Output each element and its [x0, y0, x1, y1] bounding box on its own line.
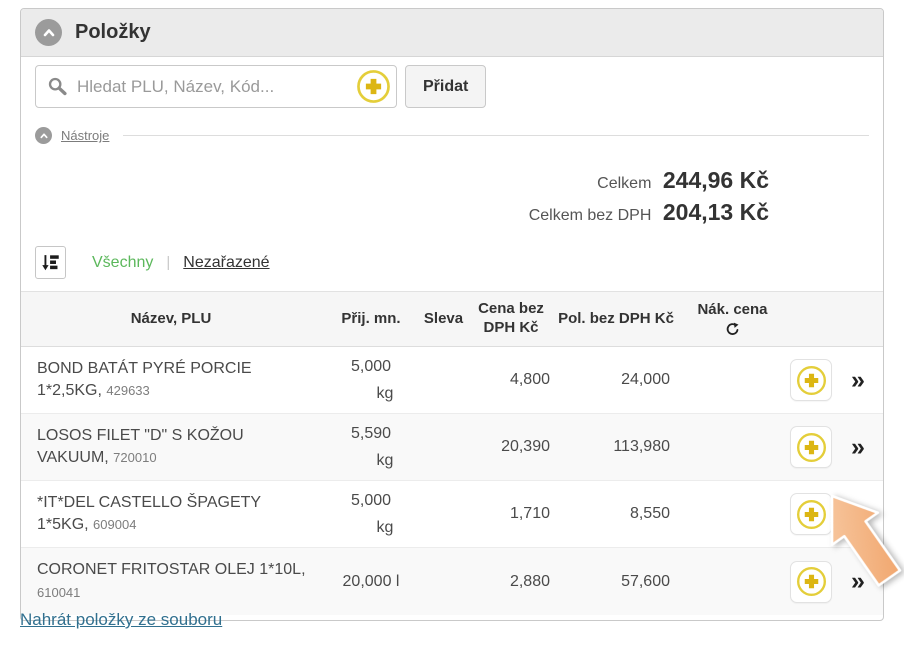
search-add-button[interactable]: [356, 69, 391, 104]
add-item-button[interactable]: Přidat: [405, 65, 486, 108]
item-line-no-vat-cell: 8,550: [556, 505, 676, 523]
col-header-name: Název, PLU: [21, 310, 321, 329]
row-expand-button[interactable]: »: [851, 569, 865, 594]
table-header-row: Název, PLU Přij. mn. Sleva Cena bez DPH …: [21, 291, 883, 347]
total-net-line: Celkem bez DPH 204,13 Kč: [21, 198, 769, 230]
tools-link[interactable]: Nástroje: [61, 128, 109, 143]
item-qty-cell: 5,000kg: [321, 358, 421, 403]
item-line-no-vat-cell: 113,980: [556, 438, 676, 456]
item-price-no-vat-cell: 1,710: [466, 505, 556, 523]
search-icon: [48, 77, 67, 96]
refresh-icon: [725, 322, 740, 337]
total-label: Celkem: [597, 175, 651, 192]
item-price-no-vat-cell: 2,880: [466, 573, 556, 591]
tab-all-items[interactable]: Všechny: [92, 254, 153, 272]
item-add-cell: [789, 359, 833, 401]
table-row: *IT*DEL CASTELLO ŠPAGETY 1*5KG, 609004 5…: [21, 481, 883, 548]
sort-amount-icon: [41, 253, 60, 272]
row-add-button[interactable]: [790, 493, 832, 535]
plus-circle-icon: [796, 566, 827, 597]
item-expand-cell: »: [833, 435, 883, 460]
plus-circle-icon: [796, 499, 827, 530]
col-header-discount: Sleva: [421, 310, 466, 329]
col-header-purchase-price: Nák. cena: [676, 301, 789, 337]
col-header-price-no-vat: Cena bez DPH Kč: [466, 300, 556, 338]
table-row: BOND BATÁT PYRÉ PORCIE 1*2,5KG, 429633 5…: [21, 347, 883, 414]
item-plu: 429633: [106, 383, 149, 398]
total-line: Celkem 244,96 Kč: [21, 166, 769, 198]
totals-block: Celkem 244,96 Kč Celkem bez DPH 204,13 K…: [21, 144, 883, 230]
item-name: CORONET FRITOSTAR OLEJ 1*10L,: [37, 561, 306, 578]
item-name-cell: CORONET FRITOSTAR OLEJ 1*10L, 610041: [21, 551, 321, 612]
chevron-up-icon: [38, 130, 50, 142]
row-add-button[interactable]: [790, 426, 832, 468]
item-line-no-vat-cell: 24,000: [556, 371, 676, 389]
table-row: CORONET FRITOSTAR OLEJ 1*10L, 610041 20,…: [21, 548, 883, 615]
item-price-no-vat-cell: 20,390: [466, 438, 556, 456]
item-add-cell: [789, 426, 833, 468]
item-qty-cell: 5,000kg: [321, 492, 421, 537]
row-expand-button[interactable]: »: [851, 368, 865, 393]
total-net-label: Celkem bez DPH: [529, 207, 652, 224]
search-box: [35, 65, 397, 108]
plus-circle-icon: [796, 432, 827, 463]
item-name-cell: BOND BATÁT PYRÉ PORCIE 1*2,5KG, 429633: [21, 350, 321, 411]
item-plu: 720010: [113, 450, 156, 465]
refresh-purchase-price-button[interactable]: [725, 322, 740, 337]
items-panel: Položky Přidat Nástroje Celkem 244,96 Kč: [20, 8, 884, 621]
table-body: BOND BATÁT PYRÉ PORCIE 1*2,5KG, 429633 5…: [21, 347, 883, 615]
col-header-qty: Přij. mn.: [321, 310, 421, 329]
row-expand-button[interactable]: »: [851, 435, 865, 460]
item-name-cell: LOSOS FILET "D" S KOŽOU VAKUUM, 720010: [21, 417, 321, 478]
sort-button[interactable]: [35, 246, 66, 279]
item-expand-cell: »: [833, 368, 883, 393]
row-expand-button[interactable]: »: [851, 502, 865, 527]
row-add-button[interactable]: [790, 359, 832, 401]
item-name-cell: *IT*DEL CASTELLO ŠPAGETY 1*5KG, 609004: [21, 484, 321, 545]
table-row: LOSOS FILET "D" S KOŽOU VAKUUM, 720010 5…: [21, 414, 883, 481]
total-net-value: 204,13 Kč: [663, 199, 769, 225]
chevron-up-icon: [40, 24, 58, 42]
search-row: Přidat: [21, 57, 883, 118]
collapse-panel-button[interactable]: [35, 19, 62, 46]
item-qty-cell: 20,000 l: [321, 573, 421, 591]
plus-circle-icon: [796, 365, 827, 396]
row-add-button[interactable]: [790, 561, 832, 603]
item-add-cell: [789, 561, 833, 603]
item-qty-cell: 5,590kg: [321, 425, 421, 470]
item-expand-cell: »: [833, 502, 883, 527]
total-value: 244,96 Kč: [663, 167, 769, 193]
item-price-no-vat-cell: 4,800: [466, 371, 556, 389]
col-header-line-no-vat: Pol. bez DPH Kč: [556, 310, 676, 329]
item-plu: 610041: [37, 585, 80, 600]
item-line-no-vat-cell: 57,600: [556, 573, 676, 591]
tab-divider: |: [166, 254, 170, 271]
tools-divider-rule: [123, 135, 869, 136]
item-plu: 609004: [93, 517, 136, 532]
plus-circle-icon: [356, 69, 391, 104]
panel-title: Položky: [75, 21, 151, 44]
item-name: *IT*DEL CASTELLO ŠPAGETY 1*5KG,: [37, 494, 261, 533]
search-input[interactable]: [77, 77, 356, 97]
tools-collapse-button[interactable]: [35, 127, 52, 144]
upload-items-link[interactable]: Nahrát položky ze souboru: [20, 610, 222, 630]
item-add-cell: [789, 493, 833, 535]
panel-header: Položky: [21, 9, 883, 57]
filter-row: Všechny | Nezařazené: [21, 230, 883, 291]
tools-row: Nástroje: [21, 118, 883, 144]
item-expand-cell: »: [833, 569, 883, 594]
tab-unassigned-items[interactable]: Nezařazené: [183, 254, 269, 272]
